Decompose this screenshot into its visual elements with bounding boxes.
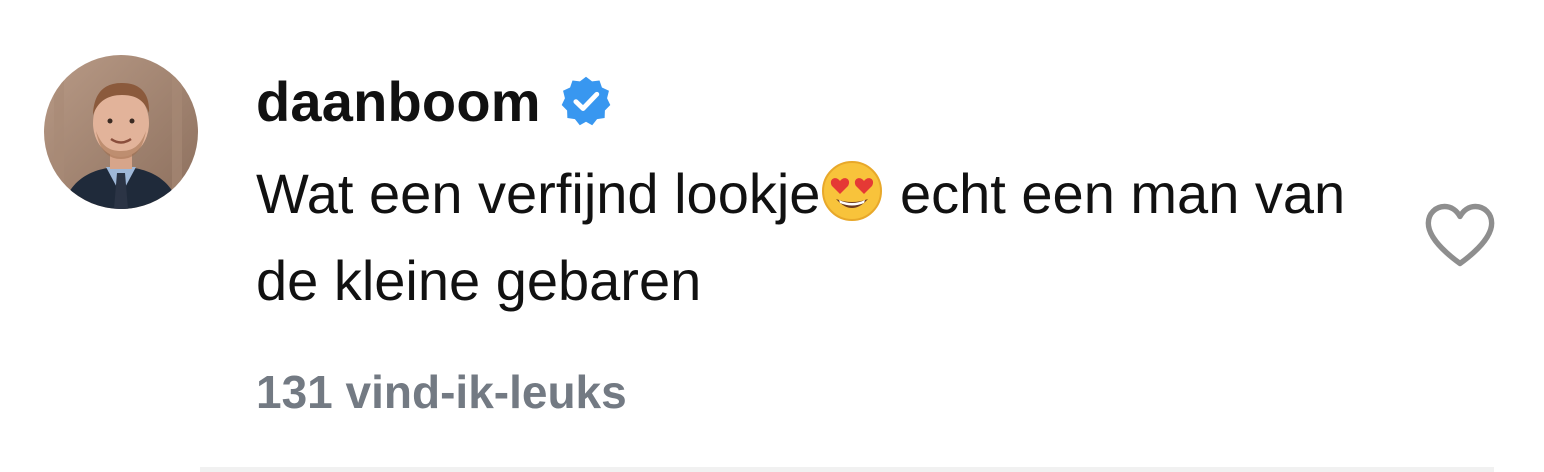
- heart-outline-icon[interactable]: [1422, 200, 1498, 270]
- bottom-divider: [200, 467, 1494, 472]
- username-link[interactable]: daanboom: [256, 69, 541, 134]
- avatar[interactable]: [44, 55, 198, 209]
- comment-body: daanboom Wat een verfijnd lookje echt ee…: [256, 64, 1376, 324]
- likes-count-button[interactable]: 131 vind-ik-leuks: [256, 365, 627, 419]
- comment-text-part-1: Wat een verfijnd lookje: [256, 162, 821, 225]
- verified-badge-icon: [559, 74, 613, 128]
- comment-item: daanboom Wat een verfijnd lookje echt ee…: [0, 0, 1544, 472]
- comment-header: daanboom: [256, 64, 1376, 138]
- avatar-image: [44, 55, 198, 209]
- heart-eyes-emoji-icon: [820, 159, 884, 223]
- comment-text: Wat een verfijnd lookje echt een man van…: [256, 150, 1376, 324]
